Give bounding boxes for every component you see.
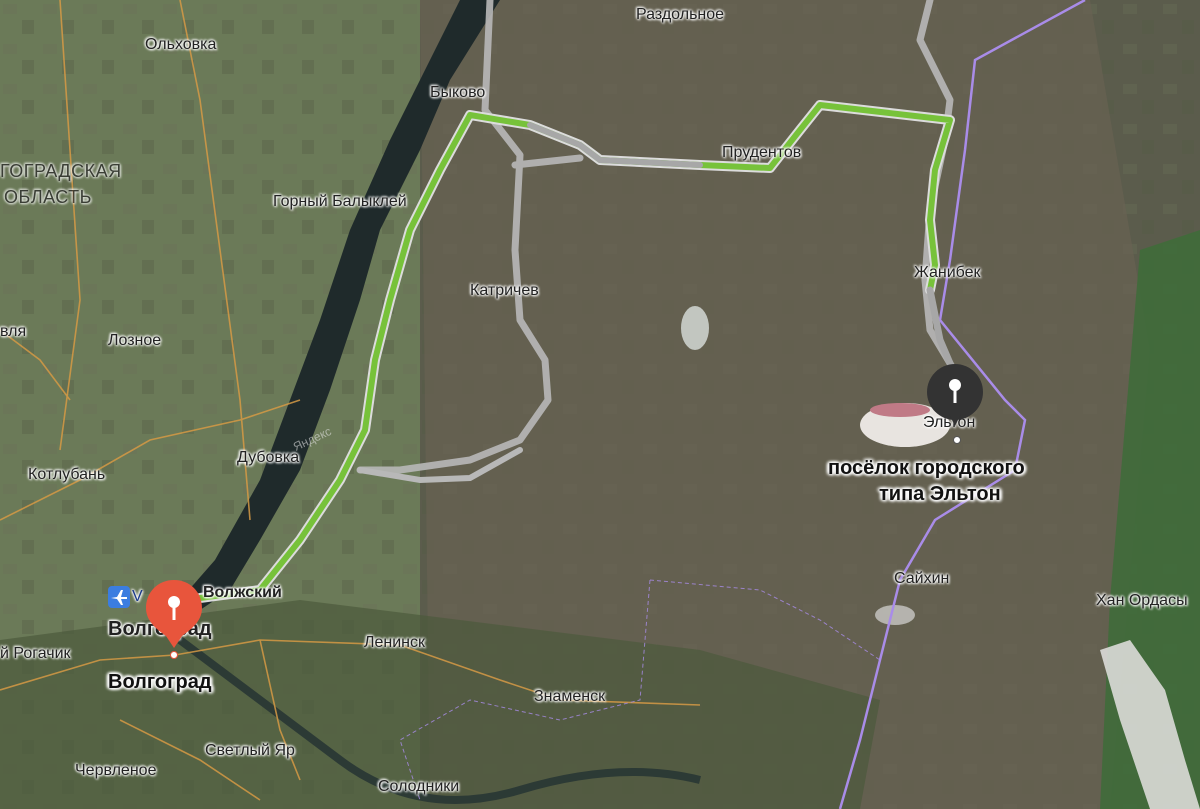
place-svetly-yar: Светлый Яр (205, 742, 295, 759)
place-rogachik: й Рогачик (0, 645, 71, 662)
route-end-pin[interactable] (925, 362, 985, 432)
region-name-line1: ГОГРАДСКАЯ (0, 161, 122, 181)
place-katrichev: Катричев (470, 282, 539, 299)
route-start-pin[interactable] (144, 578, 204, 654)
place-kotluban: Котлубань (28, 466, 106, 483)
route-end-label-line1: посёлок городского (828, 457, 1025, 479)
place-loznoe: Лозное (108, 332, 162, 349)
place-saykhin: Сайхин (894, 570, 950, 587)
region-name-line2: ОБЛАСТЬ (4, 187, 92, 207)
route-end-label-line2: типа Эльтон (879, 483, 1001, 505)
place-znamensk: Знаменск (534, 688, 606, 705)
place-prudentov: Прудентов (722, 144, 802, 161)
place-dubovka: Дубовка (237, 449, 300, 466)
place-vlya: вля (0, 323, 27, 340)
place-solodniki: Солодники (378, 778, 460, 795)
place-olkhovka: Ольховка (145, 36, 217, 53)
place-razdolnoe: Раздольное (636, 6, 725, 23)
start-point-dot (170, 651, 178, 659)
route-start-label: Волгоград (108, 671, 212, 693)
place-khan-ordasy: Хан Ордасы (1096, 592, 1188, 609)
place-leninsk: Ленинск (364, 634, 426, 651)
place-bykovo: Быково (430, 84, 486, 101)
place-gorny-balykley: Горный Балыклей (273, 193, 407, 210)
place-dzhanibek: Жанибек (914, 264, 981, 281)
lake-elton-pink (870, 403, 930, 417)
lake-saykhin (875, 605, 915, 625)
place-volzhsky: Волжский (203, 584, 282, 601)
end-point-dot (953, 436, 961, 444)
place-chervlenoe: Червленое (75, 762, 157, 779)
airport-icon[interactable] (108, 586, 130, 608)
airport-label: V (132, 588, 143, 605)
lake-small (681, 306, 709, 350)
